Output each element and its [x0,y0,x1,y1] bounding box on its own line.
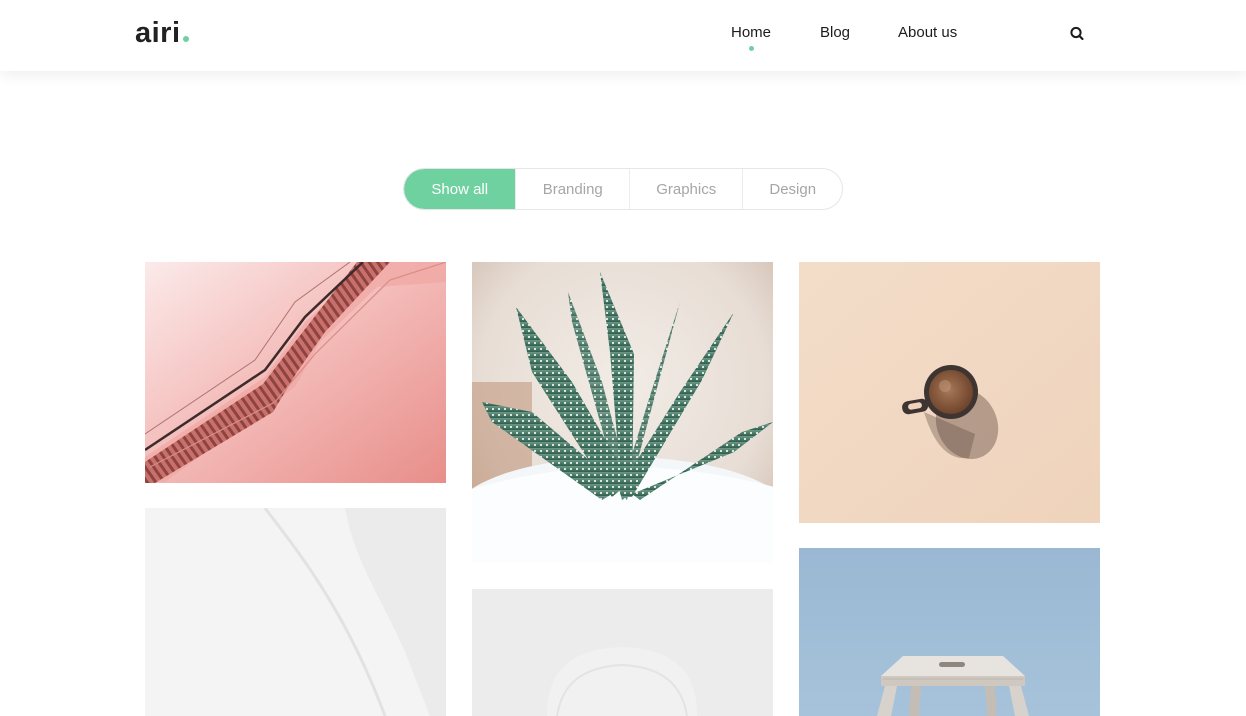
site-header: airi Home Blog About us [0,0,1246,71]
logo-dot [182,36,189,42]
nav-item-about-us[interactable]: About us [898,24,957,42]
coffee-cup-image [799,262,1100,523]
filter-branding[interactable]: Branding [515,169,628,209]
portfolio-item-coffee-cup[interactable] [799,262,1100,523]
escalator-image [145,262,446,483]
portfolio-filter-bar: Show all Branding Graphics Design [403,168,843,210]
portfolio-item-stool[interactable] [799,548,1100,716]
filter-graphics[interactable]: Graphics [628,169,742,209]
chair-image-2 [472,589,773,716]
stool-image [799,548,1100,716]
search-button[interactable] [1066,23,1088,45]
chair-image [145,508,446,716]
portfolio-item-escalator[interactable] [145,262,446,483]
portfolio-item-chair-2[interactable] [472,589,773,716]
aloe-plant-image [472,262,773,563]
search-icon [1070,26,1084,41]
filter-show-all[interactable]: Show all [404,169,516,209]
logo[interactable]: airi [135,16,189,50]
nav-item-blog[interactable]: Blog [820,24,850,42]
filter-design[interactable]: Design [742,169,842,209]
logo-text: airi [135,17,181,49]
portfolio-item-aloe-plant[interactable] [472,262,773,563]
nav-item-home[interactable]: Home [731,24,771,51]
portfolio-item-chair-1[interactable] [145,508,446,716]
